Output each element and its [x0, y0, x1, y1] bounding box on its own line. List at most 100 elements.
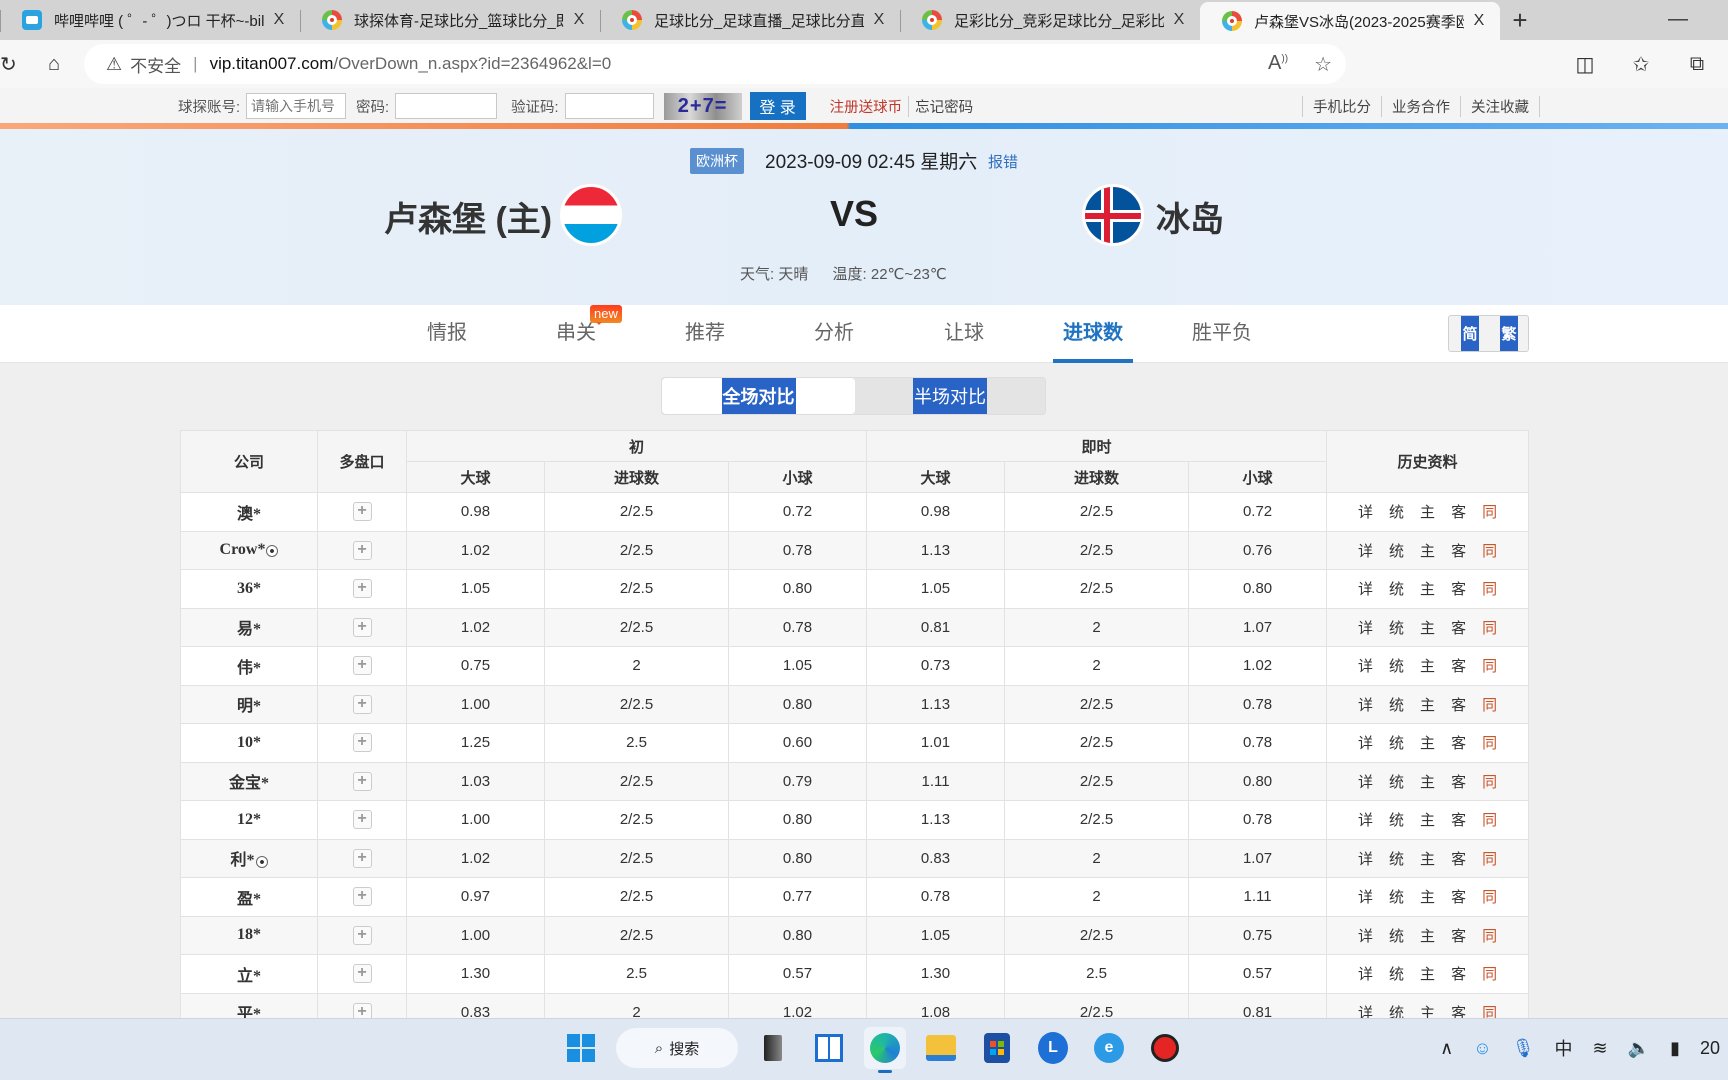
tab-intel[interactable]: 情报 [403, 305, 491, 363]
away-link[interactable]: 客 [1451, 543, 1466, 560]
away-link[interactable]: 客 [1451, 658, 1466, 675]
away-link[interactable]: 客 [1451, 851, 1466, 868]
home-link[interactable]: 主 [1420, 735, 1435, 752]
expand-plus-icon[interactable]: + [352, 810, 372, 830]
company-cell[interactable]: 伟* [180, 646, 318, 686]
account-input[interactable] [246, 93, 347, 119]
minimize-button[interactable]: — [1668, 8, 1688, 31]
widgets-icon[interactable] [808, 1027, 850, 1069]
stats-link[interactable]: 统 [1389, 735, 1404, 752]
away-team-name[interactable]: 冰岛 [1156, 192, 1224, 241]
tab-goals[interactable]: 进球数 [1049, 305, 1137, 363]
detail-link[interactable]: 详 [1358, 504, 1373, 521]
browser-tab[interactable]: 足球比分_足球直播_足球比分直播 X [600, 3, 900, 37]
battery-icon[interactable]: ▮ [1670, 1038, 1680, 1059]
captcha-image[interactable]: 2+7= [663, 92, 742, 120]
home-link[interactable]: 主 [1420, 581, 1435, 598]
detail-link[interactable]: 详 [1358, 620, 1373, 637]
traditional-button[interactable]: 繁 [1500, 316, 1518, 351]
start-button[interactable] [560, 1027, 602, 1069]
microphone-icon[interactable]: 🎙 [1512, 1038, 1535, 1059]
close-tab-icon[interactable]: X [1470, 12, 1488, 30]
away-link[interactable]: 客 [1451, 812, 1466, 829]
company-cell[interactable]: 12* [180, 800, 318, 840]
home-link[interactable]: 主 [1420, 966, 1435, 983]
company-cell[interactable]: 易* [180, 607, 318, 647]
expand-plus-icon[interactable]: + [352, 540, 372, 560]
expand-plus-icon[interactable]: + [352, 925, 372, 945]
home-link[interactable]: 主 [1420, 889, 1435, 906]
detail-link[interactable]: 详 [1358, 851, 1373, 868]
detail-link[interactable]: 详 [1358, 966, 1373, 983]
same-link[interactable]: 同 [1482, 543, 1497, 560]
split-screen-icon[interactable]: ◫ [1568, 44, 1602, 84]
app-l-icon[interactable]: L [1032, 1027, 1074, 1069]
expand-plus-icon[interactable]: + [352, 887, 372, 907]
security-label[interactable]: 不安全 [130, 52, 181, 77]
expand-plus-icon[interactable]: + [352, 964, 372, 984]
clock[interactable]: 20 [1700, 1038, 1720, 1059]
volume-icon[interactable]: 🔈 [1628, 1038, 1650, 1059]
company-cell[interactable]: 18* [180, 915, 318, 955]
detail-link[interactable]: 详 [1358, 697, 1373, 714]
browser-tab[interactable]: 哔哩哔哩 ( ゜- ゜)つロ 干杯~-bilibili X [0, 3, 300, 37]
detail-link[interactable]: 详 [1358, 928, 1373, 945]
expand-plus-icon[interactable]: + [352, 694, 372, 714]
tab-analysis[interactable]: 分析 [790, 305, 878, 363]
expand-plus-icon[interactable]: + [352, 617, 372, 637]
stats-link[interactable]: 统 [1389, 851, 1404, 868]
task-view-icon[interactable] [752, 1027, 794, 1069]
same-link[interactable]: 同 [1482, 581, 1497, 598]
away-link[interactable]: 客 [1451, 774, 1466, 791]
away-link[interactable]: 客 [1451, 928, 1466, 945]
stats-link[interactable]: 统 [1389, 774, 1404, 791]
app-e-icon[interactable]: e [1088, 1027, 1130, 1069]
company-cell[interactable]: 10* [180, 723, 318, 763]
browser-tab[interactable]: 足彩比分_竞彩足球比分_足彩比分 X [900, 3, 1200, 37]
away-link[interactable]: 客 [1451, 620, 1466, 637]
expand-plus-icon[interactable]: + [352, 733, 372, 753]
browser-tab[interactable]: 卢森堡VS冰岛(2023-2025赛季欧洲 X [1200, 2, 1500, 40]
recorder-icon[interactable] [1144, 1027, 1186, 1069]
favorite-star-icon[interactable]: ☆ [1314, 52, 1332, 77]
expand-plus-icon[interactable]: + [352, 579, 372, 599]
tab-handicap[interactable]: 让球 [920, 305, 1008, 363]
stats-link[interactable]: 统 [1389, 543, 1404, 560]
company-cell[interactable]: 盈* [180, 877, 318, 917]
password-input[interactable] [395, 93, 498, 119]
browser-tab[interactable]: 球探体育-足球比分_篮球比分_即时 X [300, 3, 600, 37]
stats-link[interactable]: 统 [1389, 620, 1404, 637]
favorites-icon[interactable]: ✩ [1624, 44, 1658, 84]
tab-1x2[interactable]: 胜平负 [1178, 305, 1266, 363]
same-link[interactable]: 同 [1482, 735, 1497, 752]
away-link[interactable]: 客 [1451, 735, 1466, 752]
same-link[interactable]: 同 [1482, 774, 1497, 791]
collections-icon[interactable]: ⧉ [1680, 44, 1714, 84]
simplified-button[interactable]: 简 [1461, 316, 1479, 351]
company-cell[interactable]: 金宝* [180, 761, 318, 801]
same-link[interactable]: 同 [1482, 889, 1497, 906]
expand-plus-icon[interactable]: + [352, 502, 372, 522]
company-cell[interactable]: Crow* [180, 530, 318, 570]
refresh-icon[interactable]: ↻ [0, 44, 17, 84]
business-link[interactable]: 业务合作 [1381, 96, 1460, 117]
same-link[interactable]: 同 [1482, 504, 1497, 521]
same-link[interactable]: 同 [1482, 697, 1497, 714]
tab-recommend[interactable]: 推荐 [661, 305, 749, 363]
home-link[interactable]: 主 [1420, 543, 1435, 560]
same-link[interactable]: 同 [1482, 928, 1497, 945]
wifi-icon[interactable]: ≋ [1593, 1038, 1608, 1059]
detail-link[interactable]: 详 [1358, 658, 1373, 675]
detail-link[interactable]: 详 [1358, 889, 1373, 906]
report-error-link[interactable]: 报错 [988, 151, 1018, 172]
full-match-option[interactable]: 全场对比 [662, 378, 855, 414]
edge-browser-icon[interactable] [864, 1027, 906, 1073]
home-link[interactable]: 主 [1420, 658, 1435, 675]
away-link[interactable]: 客 [1451, 966, 1466, 983]
stats-link[interactable]: 统 [1389, 658, 1404, 675]
away-link[interactable]: 客 [1451, 504, 1466, 521]
same-link[interactable]: 同 [1482, 851, 1497, 868]
file-explorer-icon[interactable] [920, 1027, 962, 1069]
bookmark-link[interactable]: 关注收藏 [1460, 96, 1540, 117]
home-link[interactable]: 主 [1420, 812, 1435, 829]
